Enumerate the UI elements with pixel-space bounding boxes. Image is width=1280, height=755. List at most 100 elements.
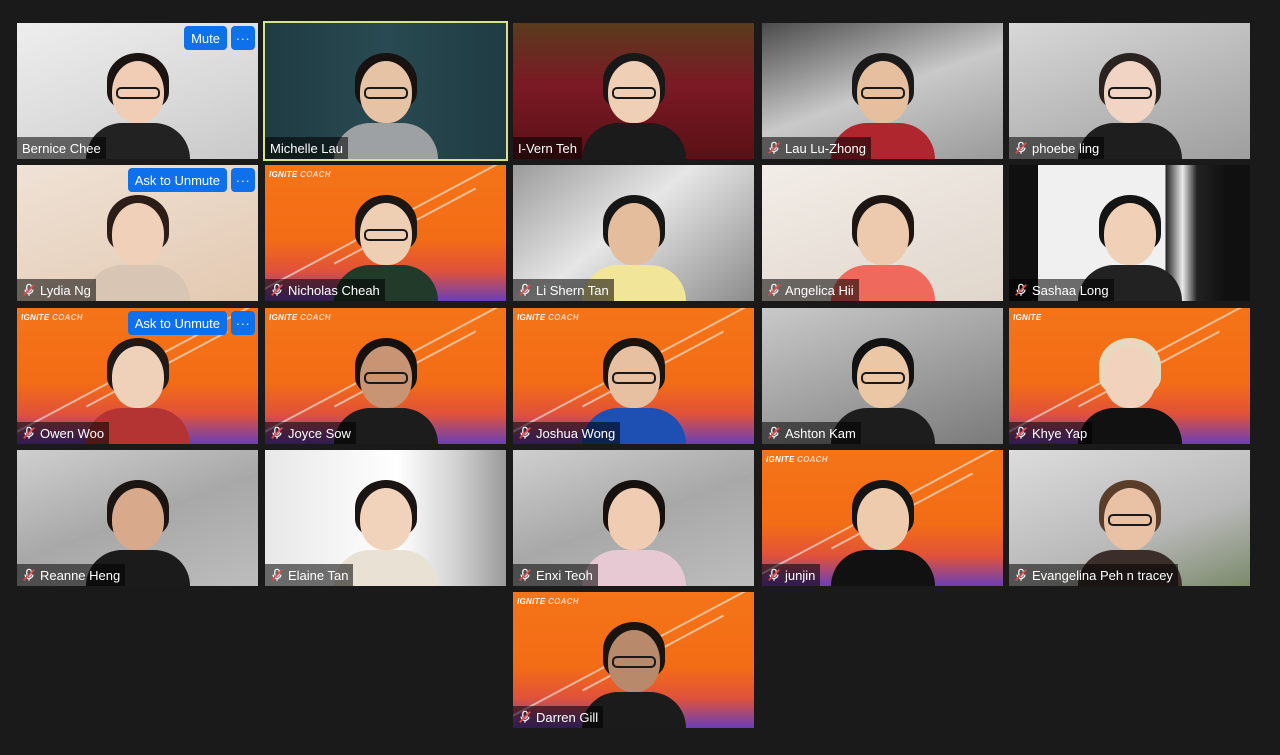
name-label: Joshua Wong [513,422,621,444]
participant-tile[interactable]: phoebe ling [1009,23,1250,159]
tile-controls: Ask to Unmute ··· [127,168,255,192]
participant-tile[interactable]: Angelica Hii [762,165,1003,301]
participant-tile[interactable]: Lau Lu-Zhong [762,23,1003,159]
face [1103,346,1156,408]
name-label: Li Shern Tan [513,279,614,301]
more-options-button[interactable]: ··· [231,26,255,50]
torso [830,550,935,586]
muted-mic-icon [768,283,780,296]
muted-mic-icon [519,426,531,439]
muted-mic-icon [519,710,531,723]
name-label: Darren Gill [513,706,604,728]
muted-mic-icon [1015,426,1027,439]
participant-name: Lydia Ng [40,282,91,298]
participant-name: Evangelina Peh n tracey [1032,567,1173,583]
participant-name: Owen Woo [40,425,105,441]
participant-tile[interactable]: IGNITE COACH junjin [762,450,1003,586]
face [1103,203,1156,265]
glasses [1107,87,1152,99]
torso [581,123,686,159]
ignite-coach-logo: IGNITE COACH [269,313,331,322]
name-label: Elaine Tan [265,564,354,586]
muted-mic-icon [519,568,531,581]
name-label: Bernice Chee [17,137,106,159]
ignite-coach-logo: IGNITE COACH [517,597,579,606]
participant-tile[interactable]: Sashaa Long [1009,165,1250,301]
name-label: Reanne Heng [17,564,126,586]
glasses [611,372,656,384]
muted-mic-icon [768,141,780,154]
participant-name: Khye Yap [1032,425,1088,441]
participant-tile[interactable]: Enxi Teoh [513,450,754,586]
muted-mic-icon [519,283,531,296]
participant-tile[interactable]: IGNITE COACH Owen Woo Ask to Unmute ··· [17,308,258,444]
face [607,488,660,550]
participant-tile[interactable]: I-Vern Teh [513,23,754,159]
muted-mic-icon [23,426,35,439]
name-label: Nicholas Cheah [265,279,385,301]
ignite-coach-logo: IGNITE COACH [766,455,828,464]
glasses [363,229,408,241]
name-label: Ashton Kam [762,422,861,444]
torso [333,123,438,159]
ignite-coach-logo: IGNITE [1013,313,1042,322]
glasses [363,87,408,99]
participant-tile[interactable]: IGNITE COACH Darren Gill [513,592,754,728]
face [856,203,909,265]
muted-mic-icon [1015,141,1027,154]
muted-mic-icon [768,426,780,439]
participant-tile[interactable]: Li Shern Tan [513,165,754,301]
participant-tile[interactable]: Ashton Kam [762,308,1003,444]
participant-name: Michelle Lau [270,140,343,156]
participant-name: Elaine Tan [288,567,349,583]
face [359,488,412,550]
participant-tile[interactable]: Lydia Ng Ask to Unmute ··· [17,165,258,301]
tile-controls: Ask to Unmute ··· [127,311,255,335]
more-options-button[interactable]: ··· [231,168,255,192]
name-label: Enxi Teoh [513,564,598,586]
face [856,488,909,550]
name-label: Sashaa Long [1009,279,1114,301]
face [111,488,164,550]
face [111,203,164,265]
name-label: junjin [762,564,821,586]
participant-tile[interactable]: IGNITE Khye Yap [1009,308,1250,444]
participant-name: Angelica Hii [785,282,854,298]
participant-name: phoebe ling [1032,140,1100,156]
participant-tile[interactable]: IGNITE COACH Joshua Wong [513,308,754,444]
participant-tile[interactable]: Reanne Heng [17,450,258,586]
torso [1077,408,1182,444]
participant-tile[interactable]: IGNITE COACH Joyce Sow [265,308,506,444]
glasses [115,87,160,99]
participant-name: Joshua Wong [536,425,616,441]
muted-mic-icon [271,426,283,439]
participant-tile[interactable]: IGNITE COACH Nicholas Cheah [265,165,506,301]
face [607,203,660,265]
ask-to-unmute-button[interactable]: Ask to Unmute [127,168,227,192]
participant-name: Ashton Kam [785,425,856,441]
muted-mic-icon [271,283,283,296]
muted-mic-icon [23,568,35,581]
participant-name: Bernice Chee [22,140,101,156]
name-label: I-Vern Teh [513,137,583,159]
name-label: Lau Lu-Zhong [762,137,871,159]
mute-button[interactable]: Mute [184,26,227,50]
name-label: Angelica Hii [762,279,859,301]
muted-mic-icon [271,568,283,581]
participant-name: Li Shern Tan [536,282,609,298]
participant-tile[interactable]: Evangelina Peh n tracey [1009,450,1250,586]
ask-to-unmute-button[interactable]: Ask to Unmute [127,311,227,335]
more-options-button[interactable]: ··· [231,311,255,335]
participant-name: I-Vern Teh [518,140,578,156]
participant-tile[interactable]: Bernice Chee Mute ··· [17,23,258,159]
muted-mic-icon [23,283,35,296]
name-label: Khye Yap [1009,422,1093,444]
participant-tile[interactable]: Elaine Tan [265,450,506,586]
participant-name: Darren Gill [536,709,599,725]
participant-tile[interactable]: Michelle Lau [263,21,508,161]
ignite-coach-logo: IGNITE COACH [269,170,331,179]
name-label: Evangelina Peh n tracey [1009,564,1178,586]
glasses [860,372,905,384]
video-grid: Bernice Chee Mute ··· Michelle Lau I-Vern Te… [0,0,1280,755]
participant-video [83,191,193,301]
